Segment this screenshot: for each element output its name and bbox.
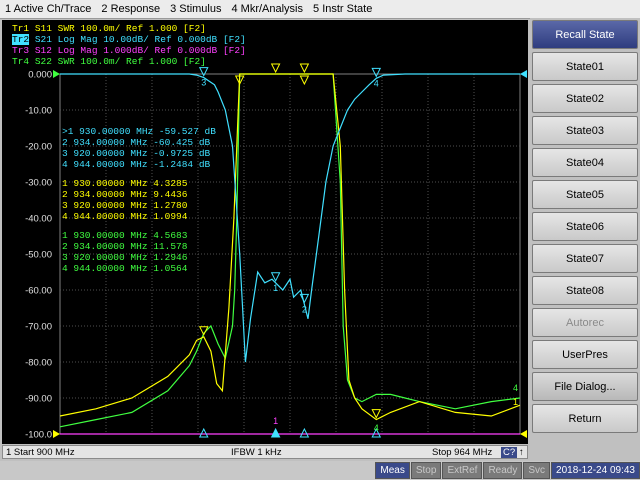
instrument-status-bar: Meas Stop ExtRef Ready Svc 2018-12-24 09… bbox=[0, 461, 640, 480]
marker-readout-row: 1 930.00000 MHz 4.5683 bbox=[62, 230, 188, 241]
softkey-state08[interactable]: State08 bbox=[532, 276, 638, 305]
y-tick-label: -50.00 bbox=[25, 250, 52, 261]
ref-arrow-bottom-right-icon bbox=[520, 430, 527, 438]
y-tick-label: -10.00 bbox=[25, 106, 52, 117]
y-tick-label: -70.00 bbox=[25, 322, 52, 333]
marker-s21-icon bbox=[299, 293, 310, 304]
softkey-autorec[interactable]: Autorec bbox=[532, 308, 638, 337]
trace-end-label-s22: 4 bbox=[513, 383, 518, 393]
trace-end-label-s11: 1 bbox=[513, 397, 518, 407]
trace-header-tr1[interactable]: Tr1 S11 SWR 100.0m/ Ref 1.000 [F2] bbox=[12, 23, 206, 34]
marker-s21-label: 2 bbox=[302, 304, 307, 314]
softkey-state07[interactable]: State07 bbox=[532, 244, 638, 273]
measurement-display[interactable]: 0.000 -10.00 -20.00 -30.00 -40.00 -50.00 -60.0… bbox=[2, 20, 528, 444]
menu-instr-state[interactable]: 5 Instr State bbox=[308, 3, 377, 15]
marker-stimulus-icon bbox=[299, 427, 310, 438]
trace-plot: 0.000 -10.00 -20.00 -30.00 -40.00 -50.00 -60.0… bbox=[25, 63, 527, 441]
marker-readout-row: 2 934.00000 MHz 9.4436 bbox=[62, 189, 188, 200]
stop-indicator: Stop bbox=[410, 462, 442, 479]
softkey-state05[interactable]: State05 bbox=[532, 180, 638, 209]
y-tick-label: -40.00 bbox=[25, 214, 52, 225]
ifbw[interactable]: IFBW 1 kHz bbox=[231, 447, 282, 458]
y-tick-label: -30.00 bbox=[25, 178, 52, 189]
softkey-recall-state[interactable]: Recall State bbox=[532, 20, 638, 49]
marker-s12-label: 1 bbox=[273, 416, 278, 426]
marker-readout-row: 4 944.00000 MHz -1.2484 dB bbox=[62, 159, 211, 170]
marker-s21-label: 4 bbox=[374, 78, 379, 88]
marker-s21-label: 1 bbox=[273, 283, 278, 293]
marker-s11-icon bbox=[270, 63, 281, 74]
marker-s11-icon bbox=[371, 409, 382, 419]
y-tick-label: -20.00 bbox=[25, 142, 52, 153]
softkey-state01[interactable]: State01 bbox=[532, 52, 638, 81]
y-tick-label: -80.00 bbox=[25, 358, 52, 369]
date-time: 2018-12-24 09:43 bbox=[551, 462, 640, 479]
ref-arrow-bottom-left-icon bbox=[53, 430, 60, 438]
softkey-state03[interactable]: State03 bbox=[532, 116, 638, 145]
marker-s11-icon bbox=[299, 63, 310, 74]
marker-readout-row: 4 944.00000 MHz 1.0564 bbox=[62, 263, 188, 274]
menu-active-ch-trace[interactable]: 1 Active Ch/Trace bbox=[0, 3, 96, 15]
marker-top-icon bbox=[299, 75, 310, 86]
marker-stimulus-icon bbox=[198, 427, 209, 438]
channel-status-line: 1 Start 900 MHz IFBW 1 kHz Stop 964 MHz … bbox=[2, 445, 528, 459]
y-tick-label: 0.000 bbox=[28, 70, 52, 81]
softkey-state06[interactable]: State06 bbox=[532, 212, 638, 241]
marker-readout-row: >1 930.00000 MHz -59.527 dB bbox=[62, 126, 216, 137]
extref-indicator: ExtRef bbox=[442, 462, 483, 479]
softkey-return[interactable]: Return bbox=[532, 404, 638, 433]
y-tick-label: -100.0 bbox=[25, 430, 52, 441]
softkey-file-dialog[interactable]: File Dialog... bbox=[532, 372, 638, 401]
menu-response[interactable]: 2 Response bbox=[96, 3, 165, 15]
trace-header-tr3[interactable]: Tr3 S12 Log Mag 1.000dB/ Ref 0.000dB [F2… bbox=[12, 45, 246, 56]
marker-readout-row: 3 920.00000 MHz 1.2780 bbox=[62, 200, 188, 211]
stop-frequency[interactable]: Stop 964 MHz bbox=[432, 447, 492, 458]
ref-arrow-left-icon bbox=[53, 70, 60, 78]
arrow-up-icon: ↑ bbox=[519, 446, 524, 458]
meas-indicator: Meas bbox=[375, 462, 410, 479]
y-tick-label: -60.00 bbox=[25, 286, 52, 297]
marker-readout-row: 3 920.00000 MHz 1.2946 bbox=[62, 252, 188, 263]
menu-bar: 1 Active Ch/Trace 2 Response 3 Stimulus … bbox=[0, 0, 640, 19]
softkey-userpres[interactable]: UserPres bbox=[532, 340, 638, 369]
marker-readout-row: 1 930.00000 MHz 4.3285 bbox=[62, 178, 188, 189]
marker-readout-row: 2 934.00000 MHz 11.578 bbox=[62, 241, 188, 252]
ready-indicator: Ready bbox=[483, 462, 523, 479]
marker-readout-row: 4 944.00000 MHz 1.0994 bbox=[62, 211, 188, 222]
trace-header-tr4[interactable]: Tr4 S22 SWR 100.0m/ Ref 1.000 [F2] bbox=[12, 56, 206, 67]
start-frequency[interactable]: 1 Start 900 MHz bbox=[6, 447, 75, 458]
svc-indicator: Svc bbox=[523, 462, 551, 479]
marker-s21-label: 3 bbox=[201, 78, 206, 88]
marker-readout-row: 3 920.00000 MHz -0.9725 dB bbox=[62, 148, 211, 159]
ref-arrow-right-icon bbox=[520, 70, 527, 78]
marker-s22-label: 4 bbox=[374, 423, 379, 433]
correction-indicator: C? bbox=[501, 446, 518, 458]
marker-readout-row: 2 934.00000 MHz -60.425 dB bbox=[62, 137, 211, 148]
menu-stimulus[interactable]: 3 Stimulus bbox=[165, 3, 226, 15]
marker-stimulus-icon bbox=[270, 427, 281, 438]
softkey-state04[interactable]: State04 bbox=[532, 148, 638, 177]
trace-header-tr2[interactable]: Tr2 S21 Log Mag 10.00dB/ Ref 0.000dB [F2… bbox=[12, 34, 246, 45]
softkey-panel: Recall State State01 State02 State03 State04… bbox=[530, 18, 640, 461]
softkey-state02[interactable]: State02 bbox=[532, 84, 638, 113]
marker-s21-icon bbox=[371, 67, 382, 78]
y-tick-label: -90.00 bbox=[25, 394, 52, 405]
menu-mkr-analysis[interactable]: 4 Mkr/Analysis bbox=[226, 3, 308, 15]
